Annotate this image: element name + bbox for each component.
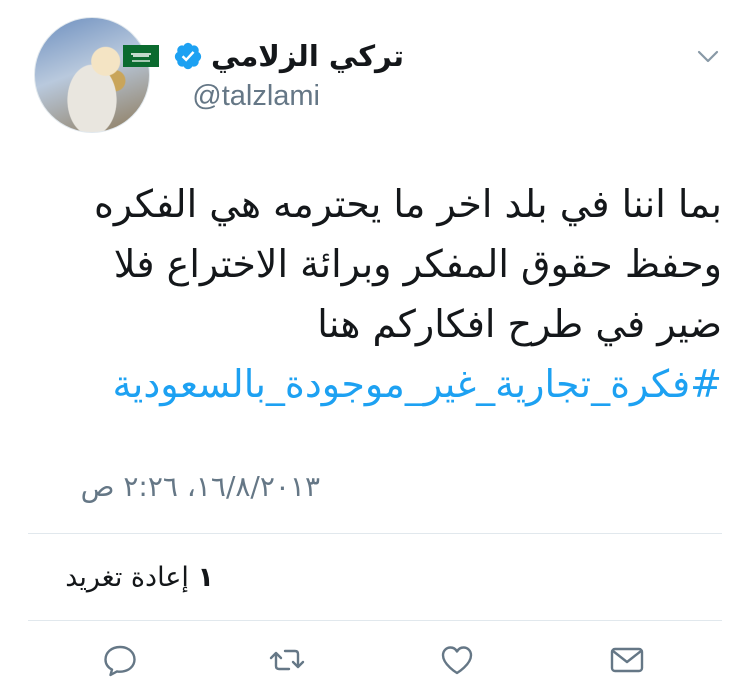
display-name[interactable]: تركي الزلامي [211, 39, 404, 73]
name-row: تركي الزلامي [123, 36, 404, 76]
tweet-timestamp[interactable]: ١٦/٨/٢٠١٣، ٢:٢٦ ص [81, 470, 320, 503]
hashtag-link[interactable]: #فكرة_تجارية_غير_موجودة_بالسعودية [22, 354, 722, 414]
tweet-header: تركي الزلامي @talzlami [0, 0, 750, 150]
chevron-down-icon[interactable] [693, 42, 723, 72]
reply-icon[interactable] [100, 640, 140, 680]
user-handle[interactable]: @talzlami [192, 80, 320, 113]
verified-badge-icon [173, 41, 203, 71]
divider [28, 620, 722, 621]
saudi-flag-icon [123, 45, 159, 67]
retweet-stats[interactable]: ١ إعادة تغريد [65, 562, 214, 593]
like-icon[interactable] [437, 640, 477, 680]
tweet-text-line: ضير في طرح افكاركم هنا [317, 302, 722, 346]
divider [28, 533, 722, 534]
action-bar [0, 636, 750, 686]
tweet-text-line: وحفظ حقوق المفكر وبرائة الاختراع فلا [113, 242, 722, 286]
tweet-text: بما اننا في بلد اخر ما يحترمه هي الفكره … [22, 174, 722, 414]
retweet-count: ١ [197, 562, 214, 593]
retweet-label: إعادة تغريد [65, 562, 189, 593]
retweet-icon[interactable] [267, 640, 307, 680]
tweet-text-line: بما اننا في بلد اخر ما يحترمه هي الفكره [93, 182, 722, 226]
direct-message-icon[interactable] [607, 640, 647, 680]
